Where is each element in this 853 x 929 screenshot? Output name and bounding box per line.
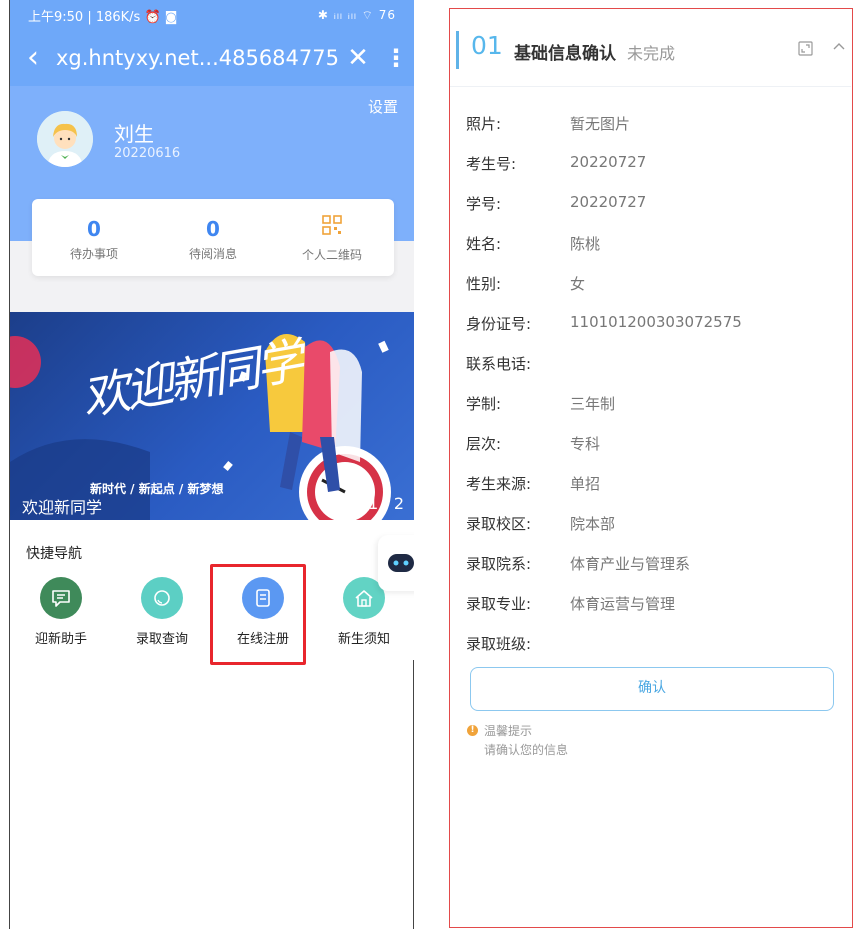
- nav-label: 录取查询: [135, 632, 188, 647]
- more-icon[interactable]: ⋮: [378, 44, 414, 72]
- info-row-phone: 联系电话:: [466, 353, 846, 375]
- info-row-source: 考生来源: 单招: [466, 473, 846, 495]
- tip-text: 请确认您的信息: [484, 743, 569, 757]
- avatar-illustration: [37, 111, 93, 167]
- messages-count: 0: [206, 217, 220, 241]
- browser-nav-bar: ‹ xg.hntyxy.net...4856847756 ✕ ⋮: [10, 30, 414, 86]
- close-icon[interactable]: ✕: [338, 43, 378, 73]
- tip-title: 温馨提示: [484, 724, 533, 738]
- info-icon: !: [467, 725, 478, 736]
- row-label: 考生来源:: [466, 475, 532, 493]
- banner-caption: 欢迎新同学: [22, 498, 103, 517]
- qr-code-icon: [322, 215, 342, 235]
- info-row-class: 录取班级:: [466, 633, 846, 655]
- row-label: 性别:: [466, 275, 502, 293]
- row-label: 录取班级:: [466, 635, 532, 653]
- status-bar: 上午9:50 | 186K/s ⏰ ◙ ✱ ᵢₗₗ ᵢₗₗ ⌔ 76: [10, 0, 414, 30]
- assistant-bot-button[interactable]: [378, 535, 414, 591]
- row-value: 专科: [570, 435, 601, 453]
- stat-messages[interactable]: 0 待阅消息: [153, 199, 273, 262]
- chevron-up-icon[interactable]: [832, 39, 846, 53]
- back-icon[interactable]: ‹: [10, 30, 56, 86]
- info-row-department: 录取院系: 体育产业与管理系: [466, 553, 846, 575]
- row-label: 联系电话:: [466, 355, 532, 373]
- status-badge: 未完成: [627, 44, 676, 63]
- info-row-id-number: 身份证号: 110101200303072575: [466, 313, 846, 335]
- banner-subtitle: 新时代 / 新起点 / 新梦想: [90, 482, 224, 496]
- info-confirm-panel: 01 基础信息确认 未完成 照片: 暂无图片 考生号: 20220727 学号: 20…: [449, 8, 853, 928]
- row-value: 女: [570, 275, 586, 293]
- url-title: xg.hntyxy.net...4856847756: [56, 46, 338, 70]
- row-label: 学制:: [466, 395, 502, 413]
- user-name: 刘生: [114, 122, 154, 146]
- nav-item-admission-query[interactable]: 录取查询: [117, 577, 207, 647]
- info-row-exam-number: 考生号: 20220727: [466, 153, 846, 175]
- user-id: 20220616: [114, 146, 181, 161]
- info-row-campus: 录取校区: 院本部: [466, 513, 846, 535]
- row-value: 体育产业与管理系: [570, 555, 691, 573]
- stat-todo[interactable]: 0 待办事项: [34, 199, 154, 262]
- row-label: 录取校区:: [466, 515, 532, 533]
- confirm-button[interactable]: 确认: [470, 667, 834, 711]
- info-row-level: 层次: 专科: [466, 433, 846, 455]
- quick-nav-title: 快捷导航: [26, 546, 82, 562]
- highlight-box: [210, 564, 306, 665]
- row-value: 陈桃: [570, 235, 601, 253]
- row-label: 学号:: [466, 195, 502, 213]
- panel-header: 01 基础信息确认 未完成: [450, 9, 851, 87]
- todo-count: 0: [87, 217, 101, 241]
- search-icon: [141, 577, 183, 619]
- todo-label: 待办事项: [69, 247, 118, 261]
- info-row-duration: 学制: 三年制: [466, 393, 846, 415]
- row-label: 考生号:: [466, 155, 517, 173]
- screenshot-divider-right: [413, 660, 414, 929]
- blank-area: [10, 766, 414, 929]
- avatar[interactable]: [37, 111, 93, 167]
- row-value: 体育运营与管理: [570, 595, 676, 613]
- info-row-name: 姓名: 陈桃: [466, 233, 846, 255]
- qr-code-label: 个人二维码: [301, 248, 362, 262]
- info-row-major: 录取专业: 体育运营与管理: [466, 593, 846, 615]
- step-number: 01: [471, 31, 503, 60]
- chat-icon: [40, 577, 82, 619]
- row-value: 20220727: [570, 153, 647, 171]
- row-label: 姓名:: [466, 235, 502, 253]
- row-value: 三年制: [570, 395, 616, 413]
- panel-title: 基础信息确认: [514, 44, 616, 64]
- nav-label: 新生须知: [337, 632, 390, 647]
- row-label: 录取专业:: [466, 595, 532, 613]
- robot-icon: [388, 554, 414, 572]
- mobile-screen: 上午9:50 | 186K/s ⏰ ◙ ✱ ᵢₗₗ ᵢₗₗ ⌔ 76 ‹ xg.…: [10, 0, 414, 929]
- row-value: 20220727: [570, 193, 647, 211]
- nav-item-welcome-assistant[interactable]: 迎新助手: [16, 577, 106, 647]
- messages-label: 待阅消息: [188, 247, 237, 261]
- stat-qr-code[interactable]: 个人二维码: [272, 199, 392, 263]
- status-time: 上午9:50 | 186K/s ⏰ ◙: [28, 9, 178, 25]
- row-value: 院本部: [570, 515, 616, 533]
- row-label: 身份证号:: [466, 315, 532, 333]
- status-icons: ✱ ᵢₗₗ ᵢₗₗ ⌔ 76: [317, 7, 396, 22]
- settings-link[interactable]: 设置: [368, 96, 398, 117]
- row-value: 单招: [570, 475, 601, 493]
- row-label: 照片:: [466, 115, 502, 133]
- info-row-student-number: 学号: 20220727: [466, 193, 846, 215]
- welcome-banner[interactable]: 欢迎新同学 新时代 / 新起点 / 新梦想 欢迎新同学 1 / 2: [10, 312, 414, 520]
- banner-page-indicator: 1 / 2: [368, 494, 404, 513]
- row-value: 暂无图片: [570, 115, 631, 133]
- info-row-gender: 性别: 女: [466, 273, 846, 295]
- row-label: 层次:: [466, 435, 502, 453]
- info-row-photo: 照片: 暂无图片: [466, 113, 846, 135]
- expand-icon[interactable]: [798, 41, 813, 56]
- row-value: 110101200303072575: [570, 313, 742, 331]
- nav-label: 迎新助手: [34, 632, 87, 647]
- stats-card: 0 待办事项 0 待阅消息 个人二维码: [32, 199, 394, 276]
- header-accent-bar: [456, 31, 459, 69]
- row-label: 录取院系:: [466, 555, 532, 573]
